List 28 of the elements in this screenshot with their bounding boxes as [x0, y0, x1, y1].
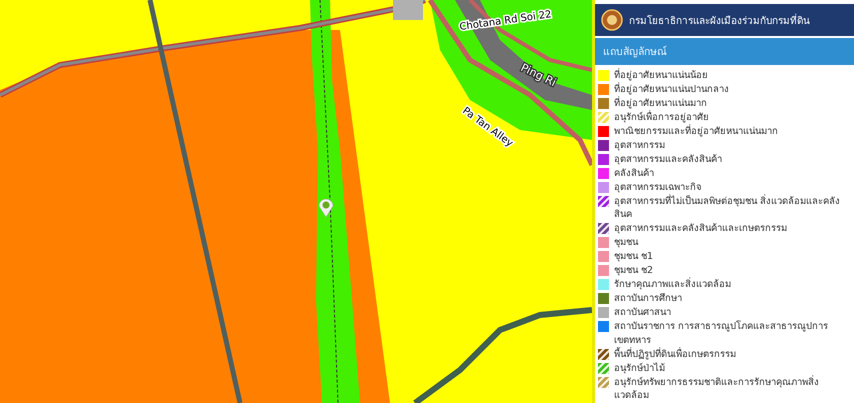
legend-label: อนุรักษ์ป่าไม้ — [614, 362, 666, 374]
legend-label: ชุมชน ช2 — [614, 264, 654, 276]
legend-label: คลังสินค้า — [614, 166, 655, 180]
legend-label: ที่อยู่อาศัยหนาแน่นมาก — [614, 96, 708, 110]
legend-label: ชุมชน ช1 — [614, 250, 654, 262]
emblem-icon — [601, 9, 623, 31]
legend-label: ชุมชน — [614, 236, 640, 248]
legend-label: อุตสาหกรรมและคลังสินค้าและเกษตรกรรม — [614, 222, 788, 234]
legend-label: อนุรักษ์เพื่อการอยู่อาศัย — [614, 110, 710, 124]
legend-label: อุตสาหกรรม — [614, 138, 666, 152]
legend-label: ที่อยู่อาศัยหนาแน่นปานกลาง — [614, 82, 730, 96]
legend-label: พาณิชยกรรมและที่อยู่อาศัยหนาแน่นมาก — [614, 124, 779, 138]
legend-label: รักษาคุณภาพและสิ่งแวดล้อม — [614, 278, 732, 290]
road-label: Chotana Rd Soi 22 — [458, 9, 552, 33]
legend-label: เขตทหาร — [614, 334, 652, 346]
river-label: Ping Ri — [518, 61, 558, 90]
legend-label: สถาบันราชการ การสาธารณูปโภคและสาธารณูปการ — [614, 320, 830, 332]
legend-title: แถบสัญลักษณ์ — [595, 38, 854, 65]
agency-title: กรมโยธาธิการและผังเมืองร่วมกับกรมที่ดิน — [629, 12, 810, 28]
legend-label: อุตสาหกรรมและคลังสินค้า — [614, 152, 723, 166]
legend-label: สถาบันศาสนา — [614, 306, 672, 318]
legend-label: อุตสาหกรรมเฉพาะกิจ — [614, 180, 703, 194]
legend-label: พื้นที่ปฏิรูปที่ดินเพื่อเกษตรกรรม — [614, 348, 737, 360]
legend-label: ที่อยู่อาศัยหนาแน่นน้อย — [614, 68, 709, 82]
legend-label: อุตสาหกรรมที่ไม่เป็นมลพิษต่อชุมชน สิ่งแวดล้อมและคลังสินค — [614, 194, 842, 220]
legend-label: อนุรักษ์ทรัพยากรธรรมชาติและการรักษาคุณภาพสิ่งแวดล้อม — [614, 376, 820, 402]
map-pin-icon[interactable] — [318, 198, 334, 218]
legend-label: สถาบันการศึกษา — [614, 292, 683, 304]
